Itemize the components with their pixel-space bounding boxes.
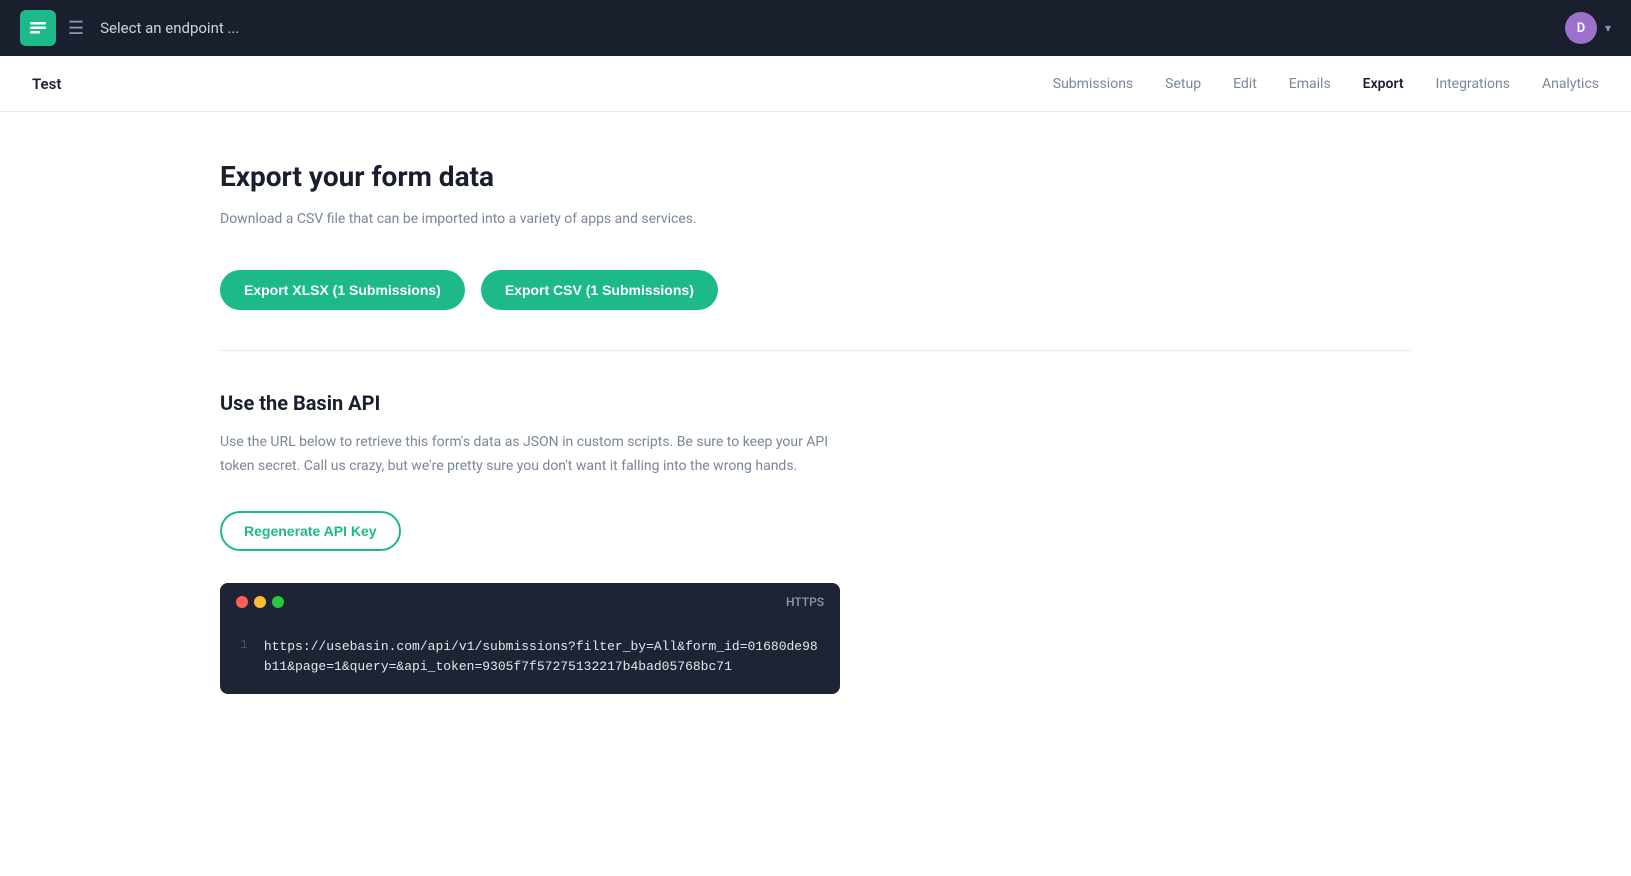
- avatar[interactable]: D: [1565, 12, 1597, 44]
- tab-export[interactable]: Export: [1363, 72, 1404, 96]
- endpoint-selector[interactable]: Select an endpoint ...: [100, 19, 239, 37]
- top-bar-left: ☰ Select an endpoint ...: [20, 10, 239, 46]
- tab-integrations[interactable]: Integrations: [1436, 72, 1510, 96]
- tab-edit[interactable]: Edit: [1233, 72, 1257, 96]
- nav-links: Submissions Setup Edit Emails Export Int…: [1053, 72, 1599, 96]
- export-csv-button[interactable]: Export CSV (1 Submissions): [481, 270, 718, 310]
- chevron-down-icon[interactable]: ▾: [1605, 21, 1611, 35]
- export-buttons: Export XLSX (1 Submissions) Export CSV (…: [220, 270, 1411, 310]
- section-divider: [220, 350, 1411, 351]
- code-body: 1 https://usebasin.com/api/v1/submission…: [220, 621, 840, 695]
- traffic-light-yellow: [254, 596, 266, 608]
- page-title: Export your form data: [220, 160, 1411, 193]
- regenerate-api-key-button[interactable]: Regenerate API Key: [220, 511, 401, 551]
- api-description: Use the URL below to retrieve this form'…: [220, 431, 840, 479]
- main-content: Export your form data Download a CSV fil…: [0, 112, 1631, 876]
- code-block: HTTPS 1 https://usebasin.com/api/v1/subm…: [220, 583, 840, 695]
- form-title: Test: [32, 75, 61, 93]
- logo-icon: [20, 10, 56, 46]
- traffic-light-green: [272, 596, 284, 608]
- code-label: HTTPS: [786, 595, 824, 609]
- top-bar: ☰ Select an endpoint ... D ▾: [0, 0, 1631, 56]
- tab-emails[interactable]: Emails: [1289, 72, 1331, 96]
- traffic-lights: [236, 596, 284, 608]
- code-header: HTTPS: [220, 583, 840, 621]
- api-url[interactable]: https://usebasin.com/api/v1/submissions?…: [264, 637, 820, 679]
- hamburger-icon[interactable]: ☰: [68, 18, 84, 39]
- top-bar-right: D ▾: [1565, 12, 1611, 44]
- api-section-title: Use the Basin API: [220, 391, 1411, 415]
- tab-setup[interactable]: Setup: [1165, 72, 1201, 96]
- tab-submissions[interactable]: Submissions: [1053, 72, 1133, 96]
- line-number: 1: [240, 637, 248, 679]
- tab-analytics[interactable]: Analytics: [1542, 72, 1599, 96]
- secondary-nav: Test Submissions Setup Edit Emails Expor…: [0, 56, 1631, 112]
- export-xlsx-button[interactable]: Export XLSX (1 Submissions): [220, 270, 465, 310]
- traffic-light-red: [236, 596, 248, 608]
- export-description: Download a CSV file that can be imported…: [220, 209, 1411, 230]
